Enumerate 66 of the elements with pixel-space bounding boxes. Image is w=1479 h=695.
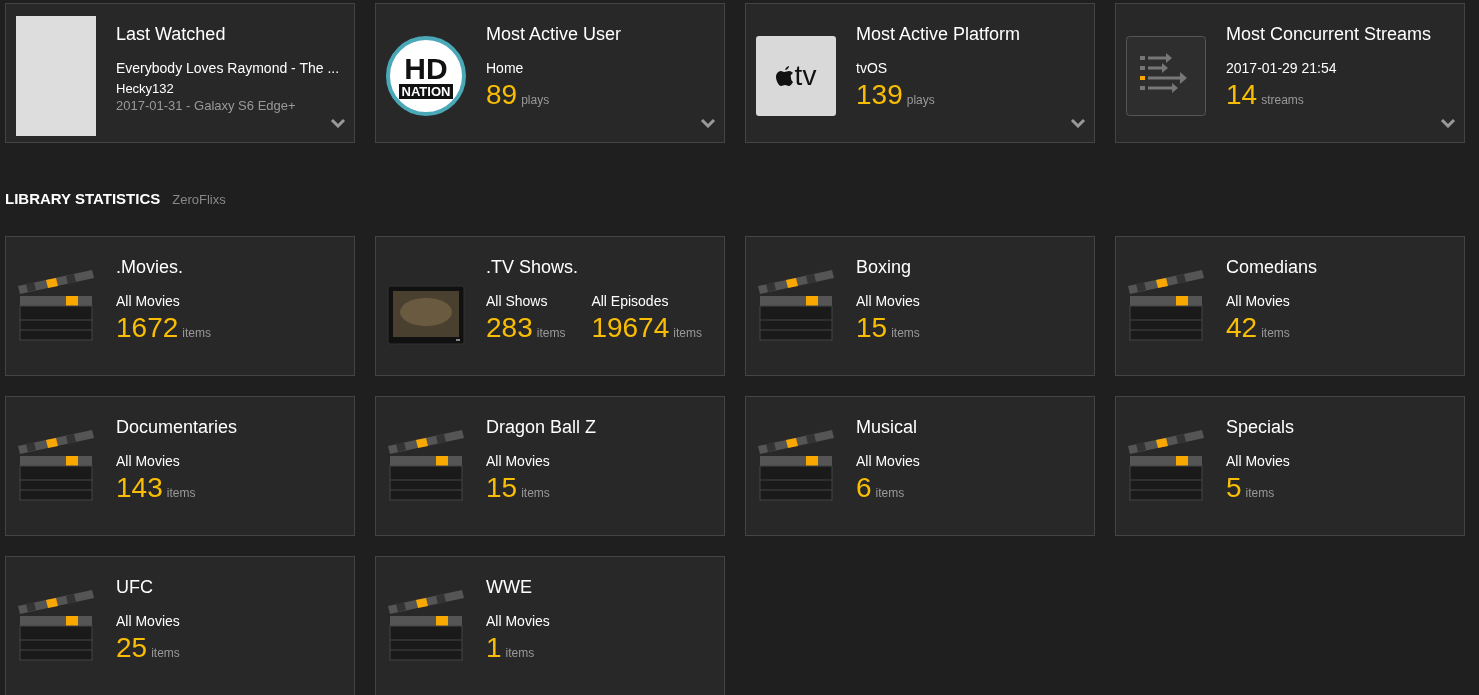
unit-label: items: [891, 324, 920, 342]
library-title: Documentaries: [116, 415, 238, 438]
unit-label: items: [875, 484, 905, 502]
streams-icon: [1126, 36, 1206, 116]
card-subtitle: Everybody Loves Raymond - The ...: [116, 59, 340, 77]
library-title: Dragon Ball Z: [486, 415, 597, 438]
count-value: 89: [486, 79, 518, 111]
stat-label: All Episodes: [591, 291, 670, 310]
count-value: 15: [856, 311, 888, 344]
unit-label: items: [521, 484, 550, 502]
count-value: 25: [116, 631, 148, 664]
unit-label: items: [673, 324, 702, 342]
username: Hecky132: [116, 81, 175, 97]
stat-label: All Movies: [856, 291, 920, 310]
stat-label: All Movies: [116, 291, 181, 310]
count-value: 1672: [116, 311, 179, 344]
count-value: 143: [116, 471, 163, 504]
card-title: Most Active Platform: [856, 23, 1021, 45]
section-heading: LIBRARY STATISTICS: [5, 189, 161, 209]
library-title: .TV Shows.: [486, 255, 580, 278]
library-title: Specials: [1226, 415, 1295, 438]
count-value: 5: [1226, 471, 1242, 504]
count-value: 1: [486, 631, 502, 664]
card-title: Most Active User: [486, 23, 622, 45]
unit-label: items: [166, 484, 196, 502]
count-value: 15: [486, 471, 518, 504]
avatar-text: HD: [404, 53, 448, 84]
library-title: WWE: [486, 575, 533, 598]
stat-label: All Movies: [116, 451, 181, 470]
unit-label: items: [1261, 324, 1290, 342]
apple-icon: [775, 65, 793, 87]
library-title: .Movies.: [116, 255, 185, 278]
card-title: Last Watched: [116, 23, 227, 45]
stat-label: All Movies: [486, 451, 550, 470]
logo-text: tv: [794, 59, 817, 93]
stat-label: All Movies: [486, 611, 550, 630]
avatar-subtext: NATION: [398, 83, 454, 99]
library-title: UFC: [116, 575, 154, 598]
count-value: 14: [1226, 79, 1258, 111]
card-subtitle: tvOS: [856, 59, 889, 77]
card-title: Most Concurrent Streams: [1226, 23, 1432, 45]
card-subtitle: 2017-01-29 21:54: [1226, 59, 1338, 77]
library-title: Comedians: [1226, 255, 1318, 278]
count-value: 19674: [591, 311, 670, 344]
count-value: 283: [486, 311, 533, 344]
library-title: Boxing: [856, 255, 913, 278]
stat-label: All Shows: [486, 291, 549, 310]
unit-label: items: [1245, 484, 1275, 502]
stat-label: All Movies: [116, 611, 180, 630]
watch-details: 2017-01-31 - Galaxy S6 Edge+: [116, 97, 297, 115]
stat-label: All Movies: [1226, 451, 1290, 470]
stat-label: All Movies: [856, 451, 920, 470]
unit-label: streams: [1261, 92, 1304, 109]
count-value: 42: [1226, 311, 1258, 344]
unit-label: plays: [906, 92, 935, 109]
library-title: Musical: [856, 415, 918, 438]
count-value: 6: [856, 471, 872, 504]
unit-label: items: [536, 324, 566, 342]
unit-label: items: [505, 644, 535, 662]
server-name: ZeroFlixs: [172, 191, 226, 209]
stat-label: All Movies: [1226, 291, 1290, 310]
unit-label: plays: [521, 92, 550, 109]
card-subtitle: Home: [486, 59, 525, 77]
count-value: 139: [856, 79, 903, 111]
unit-label: items: [182, 324, 211, 342]
unit-label: items: [151, 644, 180, 662]
